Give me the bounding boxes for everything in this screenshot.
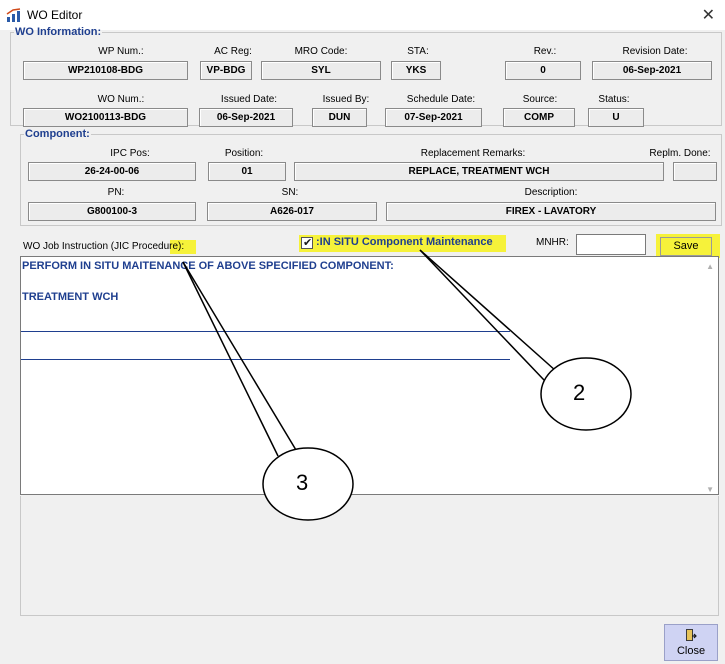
- sn-field[interactable]: A626-017: [207, 202, 377, 221]
- window-title: WO Editor: [27, 8, 83, 22]
- schedule-date-field[interactable]: 07-Sep-2021: [385, 108, 482, 127]
- revision-date-field[interactable]: 06-Sep-2021: [592, 61, 712, 80]
- jic-procedure-label: WO Job Instruction (JIC Procedure):: [23, 241, 185, 252]
- issued-by-field[interactable]: DUN: [312, 108, 367, 127]
- source-label: Source:: [522, 94, 558, 105]
- sta-label: STA:: [407, 46, 429, 57]
- sn-label: SN:: [281, 187, 299, 198]
- replacement-remarks-field[interactable]: REPLACE, TREATMENT WCH: [294, 162, 664, 181]
- scroll-up-icon[interactable]: ▲: [706, 262, 714, 271]
- wo-information-legend: WO Information:: [15, 26, 102, 38]
- issued-date-label: Issued Date:: [220, 94, 278, 105]
- status-label: Status:: [598, 94, 630, 105]
- divider-line-2: [21, 359, 510, 360]
- close-button-label: Close: [676, 645, 706, 657]
- app-icon: [6, 8, 21, 22]
- mro-code-label: MRO Code:: [294, 46, 348, 57]
- replm-done-field[interactable]: [673, 162, 717, 181]
- wo-num-field[interactable]: WO2100113-BDG: [23, 108, 188, 127]
- sta-field[interactable]: YKS: [391, 61, 441, 80]
- ipc-pos-field[interactable]: 26-24-00-06: [28, 162, 196, 181]
- position-label: Position:: [224, 148, 264, 159]
- wo-num-label: WO Num.:: [97, 94, 145, 105]
- mro-code-field[interactable]: SYL: [261, 61, 381, 80]
- replacement-remarks-label: Replacement Remarks:: [420, 148, 526, 159]
- scroll-down-icon[interactable]: ▼: [706, 485, 714, 494]
- revision-date-label: Revision Date:: [622, 46, 688, 57]
- mnhr-label: MNHR:: [536, 237, 569, 248]
- callout-3-number: 3: [296, 470, 309, 495]
- issued-date-field[interactable]: 06-Sep-2021: [199, 108, 293, 127]
- instruction-line-2: TREATMENT WCH: [22, 291, 119, 303]
- issued-by-label: Issued By:: [322, 94, 370, 105]
- status-field[interactable]: U: [588, 108, 644, 127]
- save-button[interactable]: Save: [660, 237, 712, 256]
- rev-label: Rev.:: [533, 46, 557, 57]
- jic-procedure-editor[interactable]: PERFORM IN SITU MAITENANCE OF ABOVE SPEC…: [20, 256, 719, 495]
- position-field[interactable]: 01: [208, 162, 286, 181]
- source-field[interactable]: COMP: [503, 108, 575, 127]
- in-situ-checkbox[interactable]: ✔: [301, 237, 313, 249]
- divider-line-1: [21, 331, 510, 332]
- schedule-date-label: Schedule Date:: [406, 94, 476, 105]
- checkmark-icon: ✔: [303, 237, 313, 249]
- mnhr-input[interactable]: [576, 234, 646, 255]
- description-field[interactable]: FIREX - LAVATORY: [386, 202, 716, 221]
- window-close-icon[interactable]: ✕: [702, 5, 715, 25]
- callout-2-number: 2: [573, 380, 586, 405]
- empty-panel: [20, 496, 719, 616]
- wp-num-field[interactable]: WP210108-BDG: [23, 61, 188, 80]
- exit-door-icon: [686, 629, 697, 641]
- in-situ-label: :IN SITU Component Maintenance: [316, 236, 493, 248]
- ipc-pos-label: IPC Pos:: [110, 148, 150, 159]
- pn-field[interactable]: G800100-3: [28, 202, 196, 221]
- instruction-line-1: PERFORM IN SITU MAITENANCE OF ABOVE SPEC…: [22, 260, 394, 272]
- wp-num-label: WP Num.:: [98, 46, 144, 57]
- description-label: Description:: [524, 187, 578, 198]
- replm-done-label: Replm. Done:: [649, 148, 711, 159]
- ac-reg-label: AC Reg:: [214, 46, 252, 57]
- ac-reg-field[interactable]: VP-BDG: [200, 61, 252, 80]
- rev-field[interactable]: 0: [505, 61, 581, 80]
- component-legend: Component:: [25, 128, 90, 140]
- close-button[interactable]: Close: [664, 624, 718, 661]
- pn-label: PN:: [107, 187, 125, 198]
